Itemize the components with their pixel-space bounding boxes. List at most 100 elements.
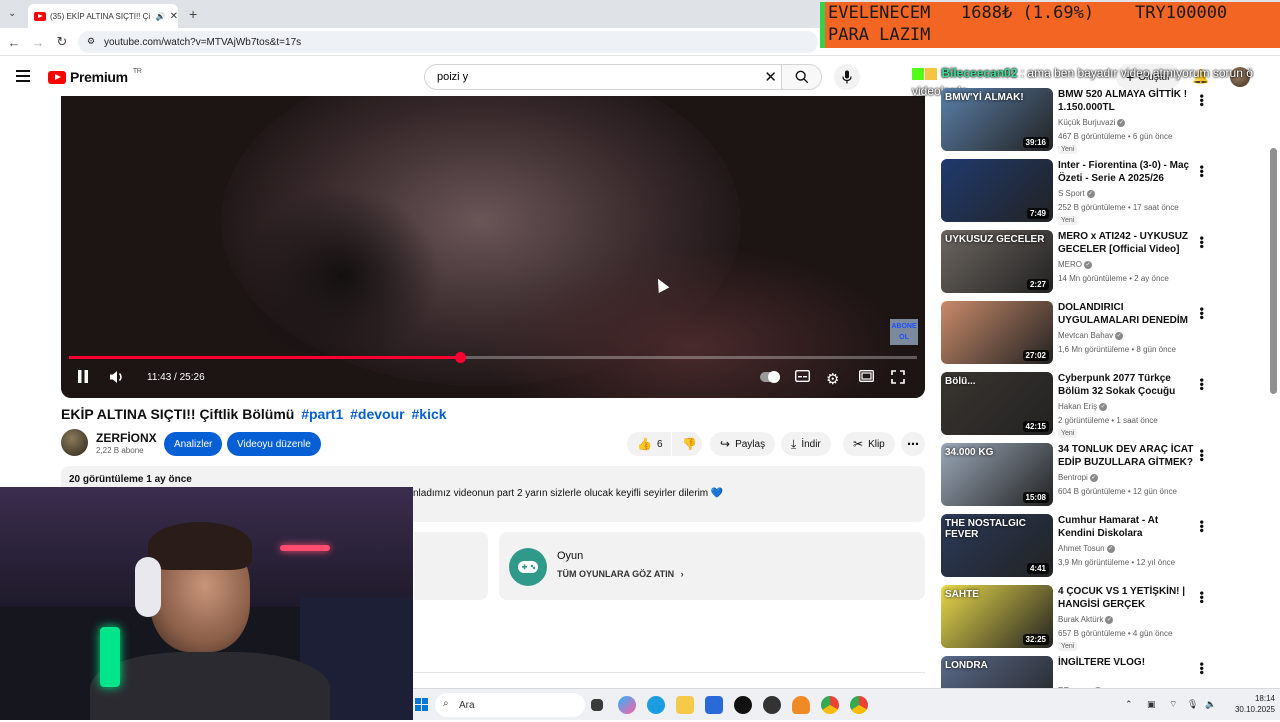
new-tab-button[interactable]: +	[189, 6, 197, 22]
recommendation-channel[interactable]: Küçük Burjuvazi ✓	[1058, 118, 1126, 127]
recommendation-channel[interactable]: Ahmet Tosun ✓	[1058, 544, 1115, 553]
store-icon[interactable]	[705, 696, 723, 714]
game-card[interactable]: Oyun TÜM OYUNLARA GÖZ ATIN ›	[499, 532, 925, 600]
video-thumbnail[interactable]: BMW'Yİ ALMAK! 39:16	[941, 88, 1053, 151]
more-actions-button[interactable]: ⋯	[901, 432, 925, 456]
hashtag-link[interactable]: #part1	[301, 406, 343, 422]
voice-search-button[interactable]	[834, 64, 860, 90]
recommendation-item[interactable]: BMW'Yİ ALMAK! 39:16 BMW 520 ALMAYA GİTTİK …	[941, 88, 1265, 154]
hashtag-link[interactable]: #kick	[412, 406, 447, 422]
recommendation-item[interactable]: 27:02 DOLANDIRICI UYGULAMALARI DENEDİM - …	[941, 301, 1265, 367]
cloud-app-icon[interactable]	[792, 696, 810, 714]
more-vertical-icon[interactable]: •••	[1195, 236, 1209, 249]
system-clock[interactable]: 18:14 30.10.2025	[1225, 693, 1275, 715]
subtitles-button[interactable]	[794, 369, 811, 385]
recommendation-item[interactable]: UYKUSUZ GECELER 2:27 MERO x ATI242 - UYKUS…	[941, 230, 1265, 296]
recommendation-title[interactable]: MERO x ATI242 - UYKUSUZ GECELER [Officia…	[1058, 230, 1194, 256]
info-card[interactable]	[414, 532, 488, 600]
recommendation-item[interactable]: SAHTE 32:25 4 ÇOCUK VS 1 YETİŞKİN! | HANGİ…	[941, 585, 1265, 651]
subscribe-watermark[interactable]: ABONE OL	[890, 319, 918, 345]
more-vertical-icon[interactable]: •••	[1195, 591, 1209, 604]
task-view-icon[interactable]	[591, 699, 603, 711]
tab-close-icon[interactable]: ✕	[170, 11, 178, 22]
mic-tray-icon[interactable]: 🎙	[1187, 699, 1199, 711]
recommendation-title[interactable]: Cumhur Hamarat - At Kendini Diskolara	[1058, 514, 1194, 540]
recommendation-item[interactable]: Bölü... 42:15 Cyberpunk 2077 Türkçe Bölüm …	[941, 372, 1265, 438]
more-vertical-icon[interactable]: •••	[1195, 449, 1209, 462]
recommendation-title[interactable]: Inter - Fiorentina (3-0) - Maç Özeti - S…	[1058, 159, 1194, 185]
video-thumbnail[interactable]: Bölü... 42:15	[941, 372, 1053, 435]
reload-button[interactable]: ↻	[52, 32, 72, 52]
recommendation-title[interactable]: DOLANDIRICI UYGULAMALARI DENEDİM - Ocağı…	[1058, 301, 1194, 327]
recommendation-title[interactable]: 4 ÇOCUK VS 1 YETİŞKİN! | HANGİSİ GERÇEK …	[1058, 585, 1194, 611]
share-button[interactable]: ↪ Paylaş	[710, 432, 776, 456]
video-thumbnail[interactable]: 34.000 KG 15:08	[941, 443, 1053, 506]
youtube-premium-logo[interactable]: Premium TR	[48, 68, 142, 85]
channel-avatar[interactable]	[61, 429, 88, 456]
browser-menu-icon[interactable]: ⌄	[8, 8, 16, 19]
volume-tray-icon[interactable]: 🔈	[1205, 699, 1217, 711]
dislike-button[interactable]: 👎	[672, 432, 702, 456]
hashtag-link[interactable]: #devour	[350, 406, 404, 422]
edge-icon[interactable]	[647, 696, 665, 714]
progress-scrubber[interactable]	[454, 352, 466, 363]
search-button[interactable]	[781, 65, 821, 89]
recommendation-channel[interactable]: MERO ✓	[1058, 260, 1092, 269]
video-thumbnail[interactable]: THE NOSTALGIC FEVER 4:41	[941, 514, 1053, 577]
recommendation-channel[interactable]: Hakan Eriş ✓	[1058, 402, 1108, 411]
analytics-button[interactable]: Analizler	[164, 432, 223, 456]
browser-tab[interactable]: (35) EKİP ALTINA SIÇTI!! Çi 🔊 ✕	[28, 4, 178, 28]
network-icon[interactable]: ⌔	[1169, 699, 1181, 711]
recommendation-title[interactable]: 34 TONLUK DEV ARAÇ İCAT EDİP BUZULLARA G…	[1058, 443, 1194, 469]
copilot-icon[interactable]	[618, 696, 636, 714]
windows-start-icon[interactable]	[415, 698, 428, 711]
video-thumbnail[interactable]: 7:49	[941, 159, 1053, 222]
recommendation-item[interactable]: 34.000 KG 15:08 34 TONLUK DEV ARAÇ İCAT ED…	[941, 443, 1265, 509]
clip-button[interactable]: ✂ Klip	[843, 432, 895, 456]
fullscreen-button[interactable]	[891, 370, 905, 387]
recommendation-channel[interactable]: Burak Aktürk ✓	[1058, 615, 1114, 624]
more-vertical-icon[interactable]: •••	[1195, 662, 1209, 675]
forward-button[interactable]: →	[28, 32, 48, 52]
recommendation-title[interactable]: BMW 520 ALMAYA GİTTİK ! 1.150.000TL	[1058, 88, 1194, 114]
back-button[interactable]: ←	[4, 32, 24, 52]
taskbar-search[interactable]: ⌕ Ara	[435, 693, 585, 717]
recommendation-item[interactable]: THE NOSTALGIC FEVER 4:41 Cumhur Hamarat - …	[941, 514, 1265, 580]
tray-overflow-icon[interactable]: ⌃	[1125, 699, 1137, 711]
progress-bar[interactable]	[69, 352, 917, 363]
video-thumbnail[interactable]: 27:02	[941, 301, 1053, 364]
hamburger-menu-icon[interactable]	[16, 70, 30, 82]
autoplay-toggle[interactable]	[760, 371, 780, 383]
search-input[interactable]	[437, 71, 757, 83]
recommendation-channel[interactable]: Mevtcan Bahav ✓	[1058, 331, 1124, 340]
recommendation-title[interactable]: Cyberpunk 2077 Türkçe Bölüm 32 Sokak Çoc…	[1058, 372, 1194, 398]
recommendation-channel[interactable]: S Sport ✓	[1058, 189, 1095, 198]
tray-app-icon[interactable]: ▣	[1147, 699, 1159, 711]
recommendation-channel[interactable]: Bentropi ✓	[1058, 473, 1098, 482]
chrome-profile-icon[interactable]	[850, 696, 868, 714]
video-thumbnail[interactable]: UYKUSUZ GECELER 2:27	[941, 230, 1053, 293]
like-button[interactable]: 👍 6	[627, 432, 671, 456]
file-explorer-icon[interactable]	[676, 696, 694, 714]
more-vertical-icon[interactable]: •••	[1195, 520, 1209, 533]
edit-video-button[interactable]: Videoyu düzenle	[227, 432, 321, 456]
video-thumbnail[interactable]: SAHTE 32:25	[941, 585, 1053, 648]
download-button[interactable]: ⤓ İndir	[781, 432, 831, 456]
more-vertical-icon[interactable]: •••	[1195, 165, 1209, 178]
settings-button[interactable]: ⚙	[826, 370, 839, 388]
volume-button[interactable]	[109, 370, 125, 387]
page-scrollbar[interactable]	[1270, 148, 1277, 394]
url-field[interactable]: ⚙ youtube.com/watch?v=MTVAjWb7tos&t=17s	[78, 31, 818, 53]
obs-icon[interactable]	[763, 696, 781, 714]
recommendation-title[interactable]: İNGİLTERE VLOG!	[1058, 656, 1194, 669]
chrome-icon[interactable]	[821, 696, 839, 714]
pause-button[interactable]	[77, 370, 89, 386]
more-vertical-icon[interactable]: •••	[1195, 307, 1209, 320]
recommendation-item[interactable]: 7:49 Inter - Fiorentina (3-0) - Maç Özeti…	[941, 159, 1265, 225]
browse-games-link[interactable]: TÜM OYUNLARA GÖZ ATIN ›	[557, 569, 684, 579]
video-player[interactable]: ABONE OL 11:43 / 25:26 ⚙	[61, 96, 925, 398]
more-vertical-icon[interactable]: •••	[1195, 378, 1209, 391]
site-info-icon[interactable]: ⚙	[87, 36, 95, 47]
clear-search-icon[interactable]: ✕	[764, 68, 777, 86]
tiktok-icon[interactable]	[734, 696, 752, 714]
